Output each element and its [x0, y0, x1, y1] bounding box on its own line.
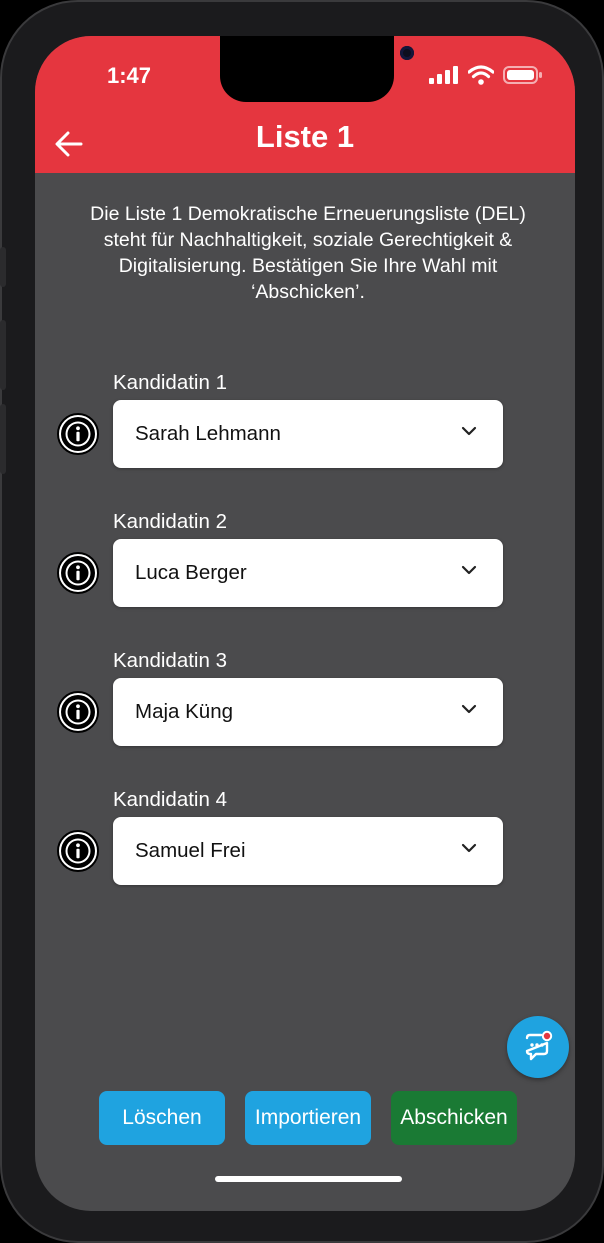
home-indicator [215, 1176, 402, 1182]
volume-up-button [0, 320, 6, 390]
candidate-4-label: Kandidatin 4 [113, 788, 227, 811]
wifi-icon [468, 65, 494, 85]
info-icon [65, 560, 91, 586]
candidate-2-info-button[interactable] [57, 552, 99, 594]
import-button[interactable]: Importieren [245, 1091, 371, 1145]
status-icons [429, 65, 543, 85]
chat-button[interactable] [507, 1016, 569, 1078]
volume-down-button [0, 404, 6, 474]
info-icon [65, 699, 91, 725]
chevron-down-icon [461, 565, 477, 575]
chat-bubble-icon [525, 1030, 553, 1061]
chevron-down-icon [461, 843, 477, 853]
candidate-1-dropdown[interactable]: Sarah Lehmann [113, 400, 503, 468]
candidate-1-label: Kandidatin 1 [113, 371, 227, 394]
battery-icon [503, 66, 542, 84]
info-icon [65, 421, 91, 447]
page-title: Liste 1 [255, 119, 355, 154]
submit-button[interactable]: Abschicken [391, 1091, 517, 1145]
candidate-3-label: Kandidatin 3 [113, 649, 227, 672]
candidate-2-label: Kandidatin 2 [113, 510, 227, 533]
app-screen: 1:47 Liste 1 Die Liste 1 Demokratische E… [35, 36, 575, 1211]
mute-switch [0, 247, 6, 287]
app-header: 1:47 Liste 1 [35, 36, 575, 173]
candidate-2-selected: Luca Berger [135, 561, 247, 584]
signal-icon [429, 66, 458, 84]
phone-frame: 1:47 Liste 1 Die Liste 1 Demokratische E… [0, 0, 604, 1243]
candidate-3-info-button[interactable] [57, 691, 99, 733]
candidate-1-selected: Sarah Lehmann [135, 422, 281, 445]
candidate-4-info-button[interactable] [57, 830, 99, 872]
status-time: 1:47 [107, 63, 152, 88]
info-icon [65, 838, 91, 864]
delete-button[interactable]: Löschen [99, 1091, 225, 1145]
candidate-3-dropdown[interactable]: Maja Küng [113, 678, 503, 746]
candidate-1-info-button[interactable] [57, 413, 99, 455]
intro-text: Die Liste 1 Demokratische Erneuerungslis… [90, 203, 526, 303]
candidate-2-dropdown[interactable]: Luca Berger [113, 539, 503, 607]
chevron-down-icon [461, 704, 477, 714]
candidate-3-selected: Maja Küng [135, 700, 234, 723]
candidate-4-selected: Samuel Frei [135, 839, 246, 862]
front-camera [400, 46, 414, 60]
candidate-4-dropdown[interactable]: Samuel Frei [113, 817, 503, 885]
camera-notch [220, 36, 414, 102]
chevron-down-icon [461, 426, 477, 436]
